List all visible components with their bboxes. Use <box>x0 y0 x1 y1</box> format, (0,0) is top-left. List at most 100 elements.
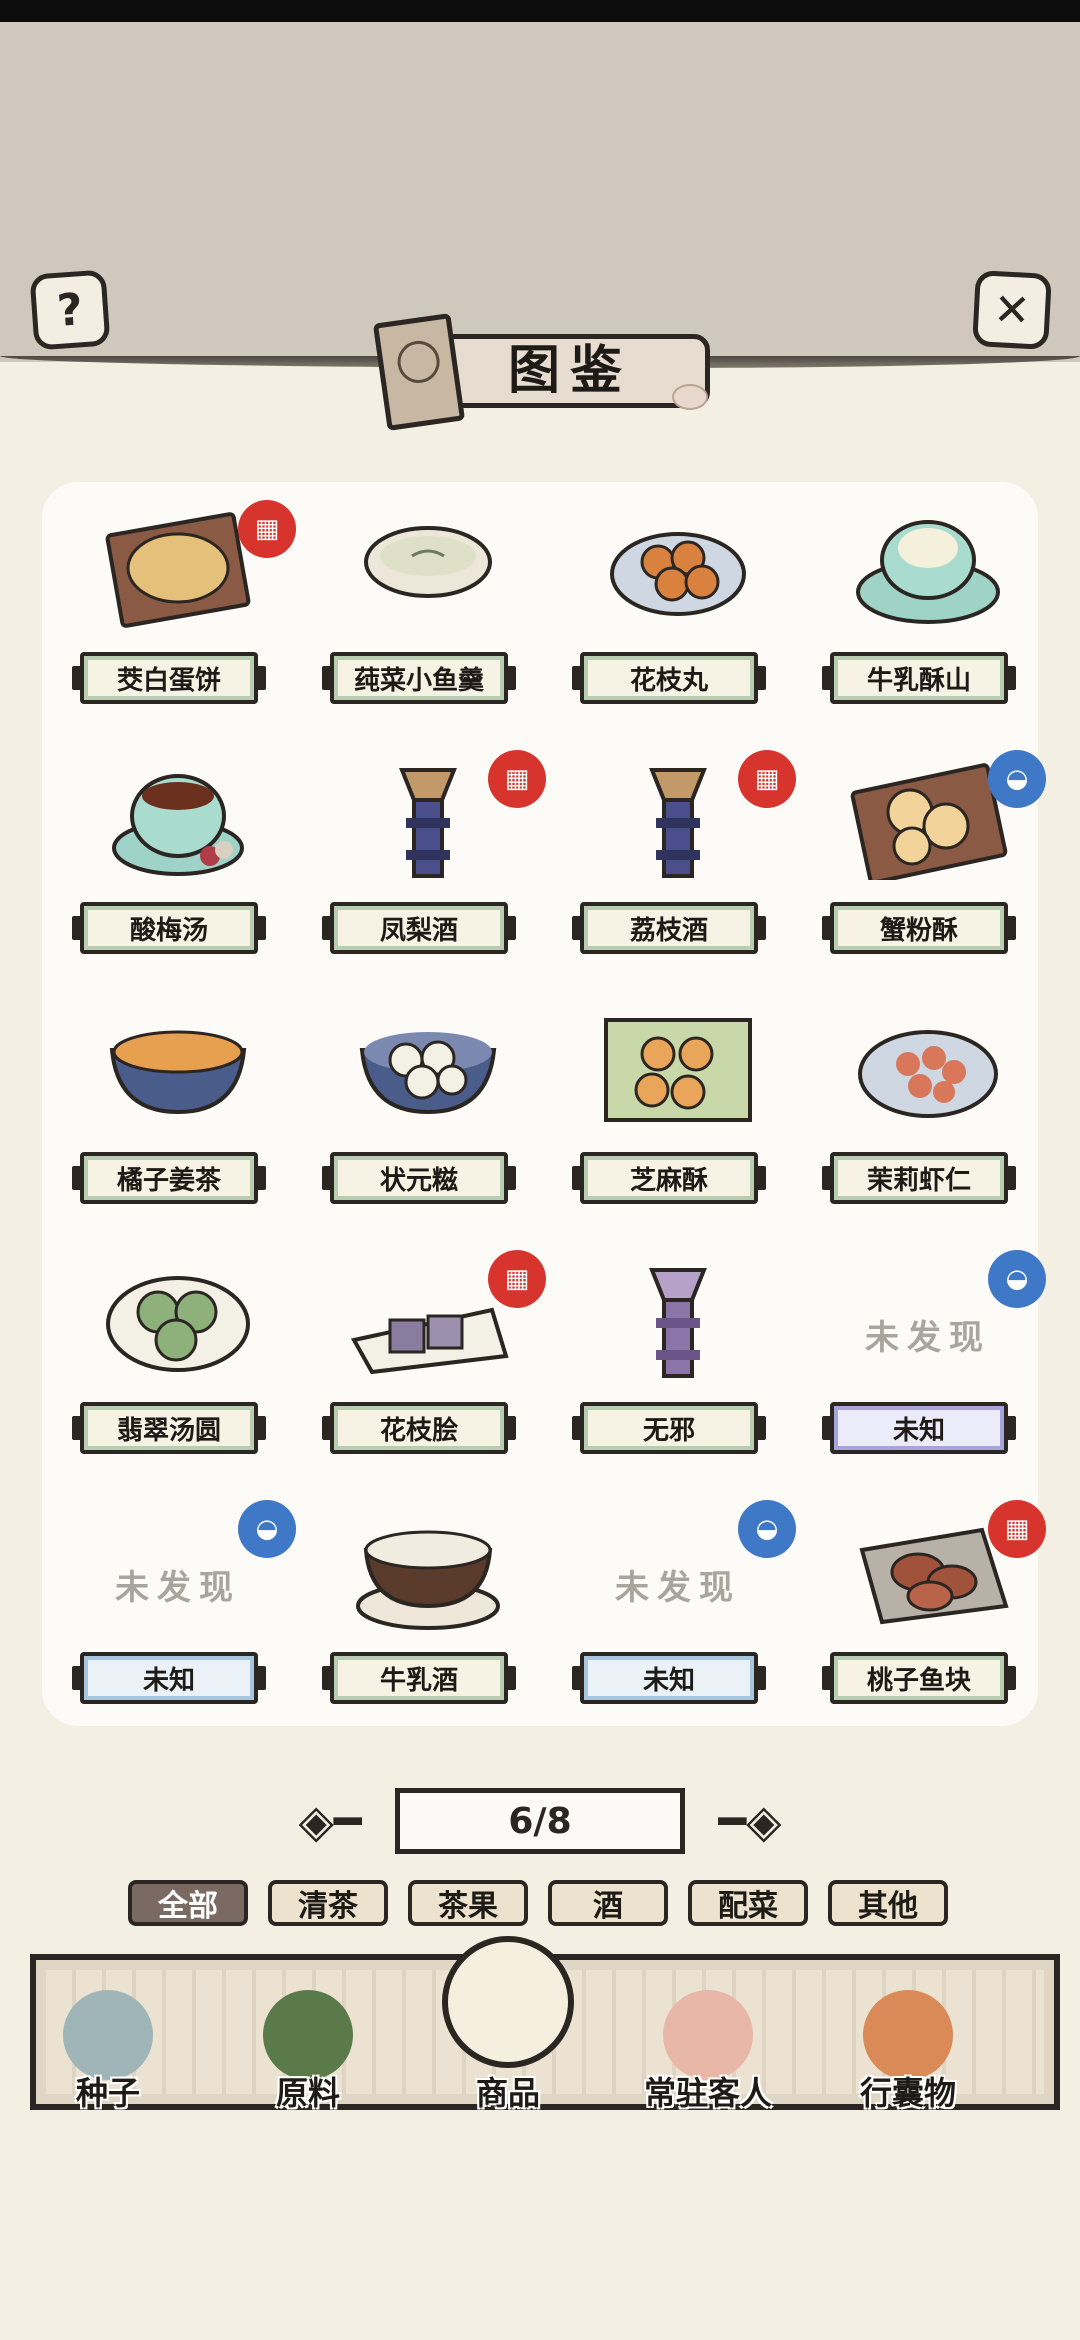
item-name-label: 花枝丸 <box>572 652 766 704</box>
bottom-tab-bar: 种子 原料 商品 常驻客人 行囊物 <box>30 1936 1060 2112</box>
item-name-label: 花枝脍 <box>322 1402 516 1454</box>
bowl-badge-icon: ◒ <box>988 1250 1046 1308</box>
help-button[interactable]: ? <box>29 269 111 351</box>
item-name-label: 无邪 <box>572 1402 766 1454</box>
item-name-label: 茉莉虾仁 <box>822 1152 1016 1204</box>
item-name-label: 芝麻酥 <box>572 1152 766 1204</box>
nav-tab[interactable]: 原料 <box>218 1970 398 2120</box>
wine-jar-badge-icon: ▦ <box>488 750 546 808</box>
bowl-badge-icon: ◒ <box>738 1500 796 1558</box>
book-icon <box>372 313 466 431</box>
wine-jar-badge-icon: ▦ <box>738 750 796 808</box>
filter-tab[interactable]: 全部 <box>128 1880 248 1926</box>
collection-item[interactable]: 牛乳酥山 <box>818 500 1038 720</box>
guest-girl-icon <box>663 1990 753 2080</box>
robe-icon <box>863 1990 953 2080</box>
filter-tab[interactable]: 其他 <box>828 1880 948 1926</box>
item-name-label: 荔枝酒 <box>572 902 766 954</box>
food-illustration <box>842 1010 1014 1130</box>
item-name-label: 未知 <box>822 1402 1016 1454</box>
collection-item[interactable]: 茉莉虾仁 <box>818 1000 1038 1220</box>
food-illustration <box>842 510 1014 630</box>
page-title: 图鉴 <box>507 341 632 401</box>
undiscovered-text: 未发现 <box>865 1318 991 1358</box>
status-bar <box>0 0 1080 22</box>
collection-item[interactable]: 莼菜小鱼羹 <box>318 500 538 720</box>
category-filters: 全部 清茶 茶果酒配菜 其他 <box>128 1880 958 1928</box>
nav-tab-label: 行囊物 <box>859 2074 956 2112</box>
filter-tab[interactable]: 酒 <box>548 1880 668 1926</box>
collection-item[interactable]: 花枝丸 <box>568 500 788 720</box>
item-name-label: 橘子姜茶 <box>72 1152 266 1204</box>
collection-item[interactable]: 未发现 ◒ 未知 <box>818 1250 1046 1470</box>
item-name-label: 蟹粉酥 <box>822 902 1016 954</box>
food-illustration <box>92 1010 264 1130</box>
collection-grid: ▦ 茭白蛋饼 莼菜小鱼羹 花枝丸 牛乳酥山酸梅汤 ▦ 凤梨酒 ▦ 荔枝酒 ◒ 蟹粉酥橘子姜茶 状元糍 芝… <box>42 482 1046 1726</box>
food-illustration <box>92 1260 264 1380</box>
collection-item[interactable]: 状元糍 <box>318 1000 538 1220</box>
seed-jar-icon <box>63 1990 153 2080</box>
food-illustration <box>592 510 764 630</box>
question-icon: ? <box>55 283 85 337</box>
collection-item[interactable]: ▦ 茭白蛋饼 <box>68 500 296 720</box>
item-name-label: 牛乳酥山 <box>822 652 1016 704</box>
collection-item[interactable]: ▦ 荔枝酒 <box>568 750 796 970</box>
item-name-label: 茭白蛋饼 <box>72 652 266 704</box>
collection-item[interactable]: 翡翠汤圆 <box>68 1250 288 1470</box>
collection-item[interactable]: ▦ 桃子鱼块 <box>818 1500 1046 1720</box>
collection-item[interactable]: ▦ 花枝脍 <box>318 1250 546 1470</box>
pastry-plate-icon <box>442 1936 574 2068</box>
collection-item[interactable]: 芝麻酥 <box>568 1000 788 1220</box>
nav-tab[interactable]: 商品 <box>418 1936 598 2120</box>
collection-item[interactable]: 未发现 ◒ 未知 <box>68 1500 296 1720</box>
collection-item[interactable]: ◒ 蟹粉酥 <box>818 750 1046 970</box>
food-illustration <box>592 1010 764 1130</box>
bowl-badge-icon: ◒ <box>238 1500 296 1558</box>
next-page-arrow-icon[interactable]: ━◈ <box>700 1796 800 1846</box>
collection-item[interactable]: ▦ 凤梨酒 <box>318 750 546 970</box>
wine-jar-badge-icon: ▦ <box>988 1500 1046 1558</box>
filter-tab[interactable]: 清茶 <box>268 1880 388 1926</box>
close-button[interactable]: ✕ <box>972 270 1052 350</box>
food-illustration <box>342 1010 514 1130</box>
food-illustration <box>342 1510 514 1630</box>
item-name-label: 酸梅汤 <box>72 902 266 954</box>
nav-tab-label: 种子 <box>75 2074 140 2112</box>
title-banner: 图鉴 <box>350 313 710 431</box>
pagination: ◈━ 6/8 ━◈ <box>280 1786 800 1856</box>
nav-tab-label: 常驻客人 <box>643 2074 772 2112</box>
undiscovered-text: 未发现 <box>615 1568 741 1608</box>
nav-tab-label: 原料 <box>275 2074 340 2112</box>
wine-jar-badge-icon: ▦ <box>488 1250 546 1308</box>
filter-tab[interactable]: 配菜 <box>688 1880 808 1926</box>
nav-tab[interactable]: 种子 <box>18 1970 198 2120</box>
close-icon: ✕ <box>992 283 1032 337</box>
top-background <box>0 22 1080 362</box>
tab-bar-background: 种子 原料 商品 常驻客人 行囊物 <box>46 1936 1044 2112</box>
item-name-label: 凤梨酒 <box>322 902 516 954</box>
item-name-label: 翡翠汤圆 <box>72 1402 266 1454</box>
food-illustration <box>92 760 264 880</box>
wine-jar-badge-icon: ▦ <box>238 500 296 558</box>
item-name-label: 未知 <box>72 1652 266 1704</box>
item-name-label: 状元糍 <box>322 1152 516 1204</box>
flower-icon <box>672 384 708 410</box>
filter-tab[interactable]: 茶果 <box>408 1880 528 1926</box>
bowl-badge-icon: ◒ <box>988 750 1046 808</box>
nav-tab[interactable]: 常驻客人 <box>618 1970 798 2120</box>
collection-item[interactable]: 无邪 <box>568 1250 788 1470</box>
item-name-label: 牛乳酒 <box>322 1652 516 1704</box>
food-illustration <box>342 510 514 630</box>
collection-item[interactable]: 酸梅汤 <box>68 750 288 970</box>
prev-page-arrow-icon[interactable]: ◈━ <box>280 1796 380 1846</box>
collection-item[interactable]: 橘子姜茶 <box>68 1000 288 1220</box>
item-name-label: 莼菜小鱼羹 <box>322 652 516 704</box>
collection-item[interactable]: 未发现 ◒ 未知 <box>568 1500 796 1720</box>
item-name-label: 桃子鱼块 <box>822 1652 1016 1704</box>
page-indicator: 6/8 <box>395 1788 685 1854</box>
nav-tab[interactable]: 行囊物 <box>818 1970 998 2120</box>
collection-item[interactable]: 牛乳酒 <box>318 1500 538 1720</box>
undiscovered-text: 未发现 <box>115 1568 241 1608</box>
leaf-icon <box>263 1990 353 2080</box>
nav-tab-label: 商品 <box>475 2074 540 2112</box>
